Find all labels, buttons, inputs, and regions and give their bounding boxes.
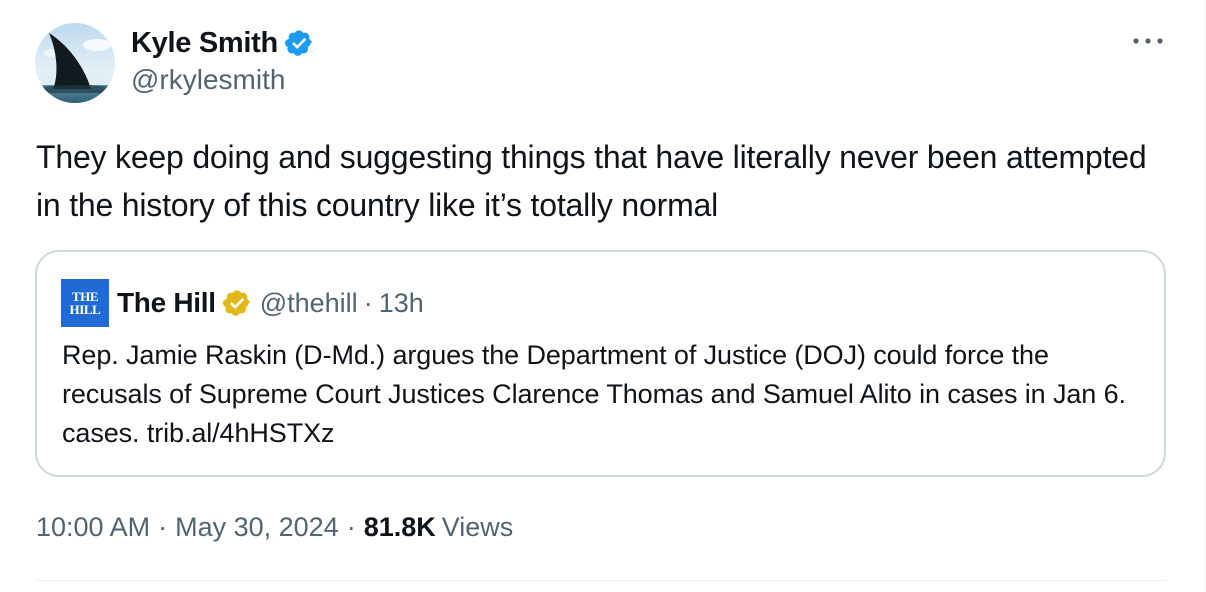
- views-count: 81.8K: [363, 512, 436, 542]
- verified-badge-icon[interactable]: [284, 28, 314, 58]
- logo-text-top: THE: [71, 288, 99, 304]
- verified-org-badge-icon: [222, 288, 252, 318]
- meta-separator: ·: [158, 512, 168, 542]
- quoted-handle: @thehill: [259, 287, 358, 318]
- author-name-row: Kyle Smith: [131, 24, 314, 62]
- views-label: Views: [441, 512, 514, 542]
- author-block: Kyle Smith @rkylesmith: [131, 24, 314, 96]
- quoted-display-name: The Hill: [117, 287, 216, 318]
- author-display-name[interactable]: Kyle Smith: [131, 27, 278, 60]
- logo-text-bottom: HILL: [69, 301, 101, 317]
- more-horizontal-icon: [1133, 38, 1163, 44]
- quoted-tweet-header: THE HILL The Hill @thehill · 13h: [61, 278, 424, 327]
- tweet-date[interactable]: May 30, 2024: [175, 512, 339, 543]
- avatar[interactable]: [35, 23, 115, 103]
- author-handle[interactable]: @rkylesmith: [131, 64, 314, 96]
- quoted-tweet-text: Rep. Jamie Raskin (D-Md.) argues the Dep…: [62, 340, 1126, 448]
- tweet-text: They keep doing and suggesting things th…: [36, 139, 1147, 223]
- quoted-timestamp: 13h: [378, 287, 424, 318]
- meta-separator: ·: [346, 512, 356, 542]
- divider: [36, 580, 1167, 581]
- the-hill-logo[interactable]: THE HILL: [61, 278, 109, 327]
- quoted-tweet-card[interactable]: THE HILL The Hill @thehill · 13h Rep. Ja…: [35, 250, 1166, 477]
- quoted-separator: ·: [363, 287, 373, 318]
- tweet-time[interactable]: 10:00 AM: [36, 512, 150, 543]
- tweet-meta: 10:00 AM · May 30, 2024 · 81.8K Views: [36, 512, 513, 543]
- tweet: Kyle Smith @rkylesmith They keep doing a…: [0, 0, 1206, 592]
- shark-fin-avatar-icon: [35, 23, 115, 103]
- more-options-button[interactable]: [1128, 26, 1168, 56]
